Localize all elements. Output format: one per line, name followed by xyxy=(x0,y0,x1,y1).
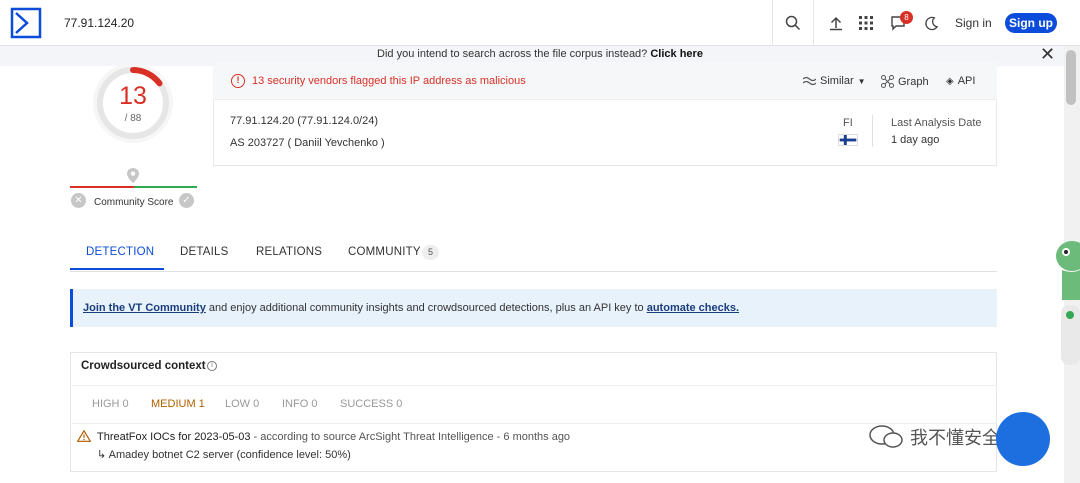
chevron-down-icon: ▼ xyxy=(857,76,866,86)
watermark-badge xyxy=(996,412,1050,466)
graph-button[interactable]: Graph xyxy=(881,75,929,88)
similar-dropdown[interactable]: Similar ▼ xyxy=(803,75,866,87)
as-owner-line: AS 203727 ( Daniil Yevchenko ) xyxy=(230,137,385,149)
banner-text: Did you intend to search across the file… xyxy=(377,48,648,60)
api-icon: ◈ xyxy=(946,75,954,87)
ip-address-line: 77.91.124.20 (77.91.124.0/24) xyxy=(230,115,379,127)
sign-up-button[interactable]: Sign up xyxy=(1005,13,1057,33)
detection-total: / 88 xyxy=(124,113,142,124)
tab-detection[interactable]: DETECTION xyxy=(86,246,154,258)
filter-info[interactable]: INFO 0 xyxy=(282,398,317,410)
close-icon[interactable]: ✕ xyxy=(1040,45,1056,64)
dark-mode-icon[interactable] xyxy=(921,13,941,33)
join-community-banner: Join the VT Community and enjoy addition… xyxy=(70,289,997,327)
side-widget-status-dot xyxy=(1066,311,1074,319)
search-input[interactable]: 77.91.124.20 xyxy=(52,0,772,46)
community-count-badge: 5 xyxy=(422,245,439,260)
vote-malicious-icon[interactable]: ✕ xyxy=(71,193,86,208)
crowdsourced-context-title: Crowdsourced context xyxy=(81,360,206,372)
watermark: 我不懂安全 xyxy=(868,424,1000,450)
api-button[interactable]: ◈ API xyxy=(946,75,975,87)
mascot-icon xyxy=(1056,241,1080,300)
finland-flag-icon xyxy=(838,134,858,146)
join-banner-text: and enjoy additional community insights … xyxy=(205,302,647,314)
notifications-badge: 8 xyxy=(900,11,913,24)
context-entry-title: ThreatFox IOCs for 2023-05-03 - accordin… xyxy=(97,431,570,443)
similar-label: Similar xyxy=(820,75,854,87)
tab-community[interactable]: COMMUNITY xyxy=(348,246,421,258)
context-entry-source: - according to source ArcSight Threat In… xyxy=(250,431,571,443)
search-button[interactable] xyxy=(772,0,814,46)
last-analysis-value: 1 day ago xyxy=(891,134,940,146)
tabs-divider xyxy=(70,271,997,272)
similar-icon xyxy=(803,76,816,86)
virustotal-logo-icon[interactable] xyxy=(10,7,42,39)
upload-icon[interactable] xyxy=(826,13,846,33)
search-icon xyxy=(785,15,801,31)
warning-icon xyxy=(77,430,91,442)
scrollbar-thumb[interactable] xyxy=(1066,50,1076,105)
filter-low[interactable]: LOW 0 xyxy=(225,398,259,410)
automate-checks-link[interactable]: automate checks. xyxy=(647,302,739,314)
banner-click-here-link[interactable]: Click here xyxy=(650,48,703,60)
graph-icon xyxy=(881,75,894,88)
country-code: FI xyxy=(843,117,853,129)
active-tab-indicator xyxy=(70,268,164,270)
filter-high[interactable]: HIGH 0 xyxy=(92,398,129,410)
community-score-positive-bar xyxy=(134,186,197,188)
community-score-label: Community Score xyxy=(94,197,174,208)
filter-success[interactable]: SUCCESS 0 xyxy=(340,398,402,410)
info-icon[interactable]: i xyxy=(207,361,217,371)
last-analysis-label: Last Analysis Date xyxy=(891,117,982,129)
community-score-negative-bar xyxy=(70,186,134,188)
divider xyxy=(872,115,873,147)
filter-medium[interactable]: MEDIUM 1 xyxy=(151,398,205,410)
apps-grid-icon[interactable] xyxy=(856,13,876,33)
wechat-icon xyxy=(869,425,903,448)
graph-label: Graph xyxy=(898,75,929,88)
api-label: API xyxy=(957,75,976,87)
sign-in-link[interactable]: Sign in xyxy=(955,16,992,30)
context-entry-detail: ↳ Amadey botnet C2 server (confidence le… xyxy=(97,449,351,461)
filters-divider xyxy=(70,423,997,424)
vote-harmless-icon[interactable]: ✓ xyxy=(179,193,194,208)
community-score-pin-icon xyxy=(127,168,139,183)
alert-icon: ! xyxy=(231,74,245,88)
context-entry-name: ThreatFox IOCs for 2023-05-03 xyxy=(97,431,251,443)
tab-relations[interactable]: RELATIONS xyxy=(256,246,322,258)
detection-count: 13 xyxy=(119,82,147,110)
malicious-alert-text: 13 security vendors flagged this IP addr… xyxy=(252,75,526,87)
watermark-text: 我不懂安全 xyxy=(910,428,1000,448)
join-community-link[interactable]: Join the VT Community xyxy=(83,302,206,314)
tab-details[interactable]: DETAILS xyxy=(180,246,228,258)
